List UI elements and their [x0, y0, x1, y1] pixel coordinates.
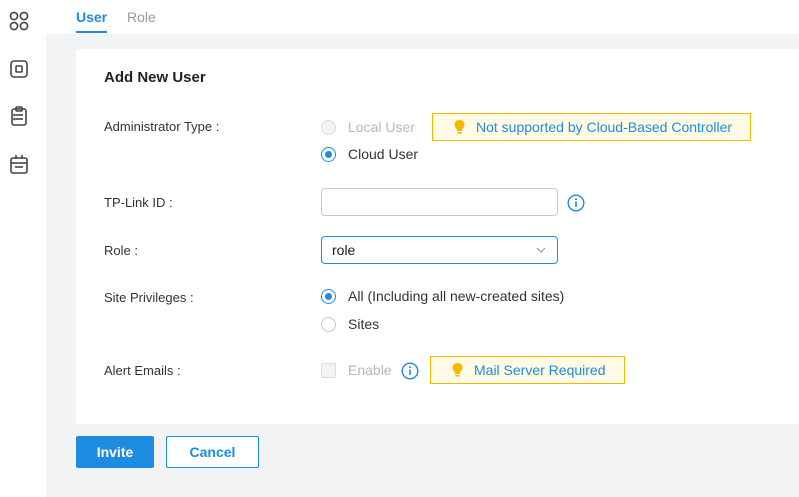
site-privileges-label: Site Privileges : [104, 290, 194, 305]
calendar-icon[interactable] [6, 151, 32, 177]
radio-sites-label: Sites [348, 316, 380, 332]
left-rail [0, 0, 46, 497]
radio-local-user[interactable]: Local User [321, 119, 415, 135]
add-user-card: Add New User Administrator Type : Local … [76, 49, 799, 424]
radio-all-sites-label: All (Including all new-created sites) [348, 288, 565, 304]
dashboard-grid-icon[interactable] [6, 8, 32, 34]
page-title: Add New User [104, 69, 206, 86]
radio-circle [321, 316, 336, 332]
role-select-value: role [332, 242, 356, 258]
tab-bar: User Role [46, 0, 799, 34]
tplink-id-input[interactable] [321, 188, 558, 216]
device-icon[interactable] [6, 56, 32, 82]
chevron-down-icon [536, 247, 546, 253]
checkbox-box [321, 362, 336, 378]
info-icon[interactable] [567, 194, 585, 212]
app-window: User Role Add New User Administrator Typ… [0, 0, 799, 497]
radio-circle [321, 288, 336, 304]
clipboard-icon[interactable] [6, 103, 32, 129]
radio-circle [321, 119, 336, 135]
main-content: User Role Add New User Administrator Typ… [46, 0, 799, 497]
role-select[interactable]: role [321, 236, 558, 264]
alert-emails-checkbox[interactable]: Enable [321, 362, 392, 378]
role-label: Role : [104, 243, 138, 258]
checkbox-enable-label: Enable [348, 362, 392, 378]
radio-cloud-user[interactable]: Cloud User [321, 146, 418, 162]
tab-user[interactable]: User [76, 9, 108, 33]
invite-button[interactable]: Invite [76, 436, 154, 468]
admin-type-label: Administrator Type : [104, 119, 220, 134]
radio-sites[interactable]: Sites [321, 316, 379, 332]
lightbulb-icon [454, 120, 465, 134]
tplink-id-label: TP-Link ID : [104, 195, 173, 210]
radio-cloud-user-label: Cloud User [348, 146, 419, 162]
cancel-button[interactable]: Cancel [166, 436, 259, 468]
mail-server-notice: Mail Server Required [430, 356, 625, 384]
notice-text: Mail Server Required [474, 362, 606, 378]
alert-emails-label: Alert Emails : [104, 363, 181, 378]
radio-all-sites[interactable]: All (Including all new-created sites) [321, 288, 564, 304]
radio-circle [321, 146, 336, 162]
notice-text: Not supported by Cloud-Based Controller [476, 119, 733, 135]
lightbulb-icon [452, 363, 463, 377]
info-icon[interactable] [401, 362, 419, 380]
tab-role[interactable]: Role [127, 9, 156, 31]
cloud-controller-notice: Not supported by Cloud-Based Controller [432, 113, 752, 141]
radio-local-user-label: Local User [348, 119, 415, 135]
